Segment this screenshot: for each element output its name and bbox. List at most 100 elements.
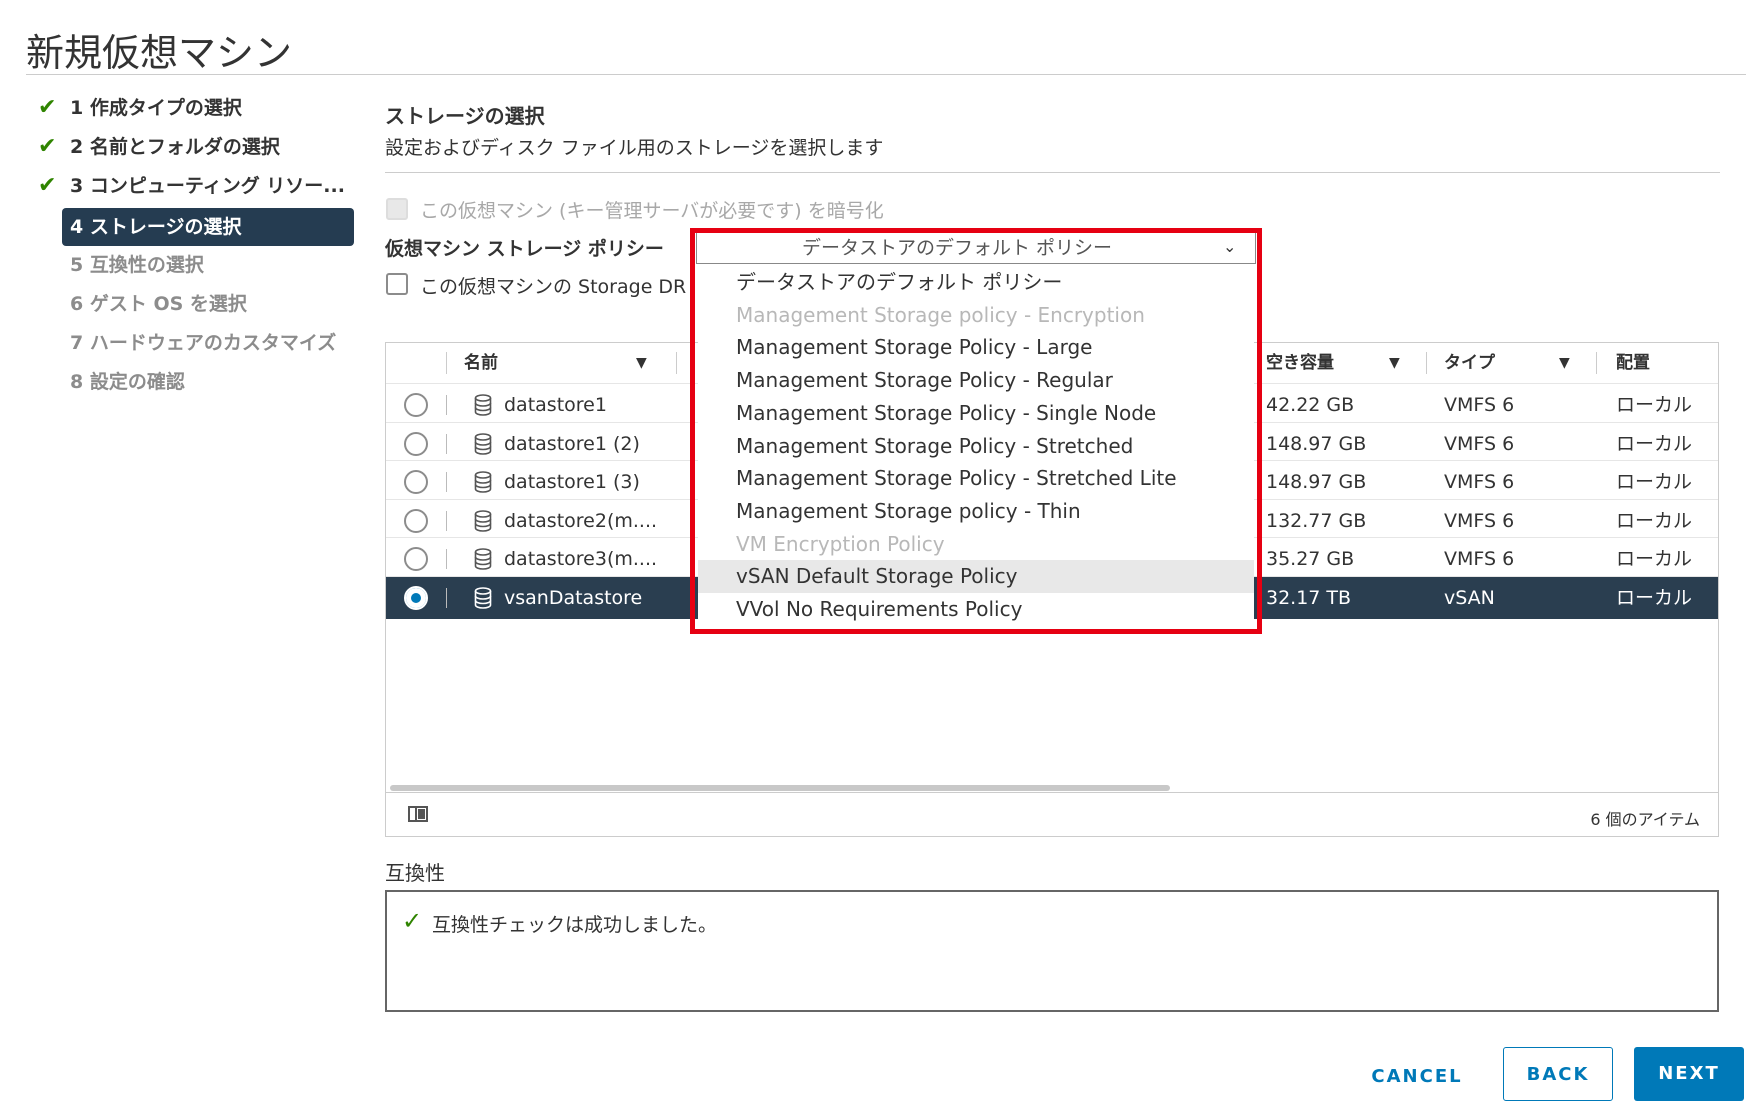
row-name: datastore2(m.... (504, 509, 658, 532)
row-free-space: 35.27 GB (1266, 548, 1355, 570)
datastore-icon (474, 548, 492, 570)
row-radio[interactable] (404, 508, 428, 533)
policy-option[interactable]: Management Storage Policy - Single Node (698, 397, 1254, 430)
policy-option[interactable]: Management Storage Policy - Large (698, 331, 1254, 364)
encrypt-checkbox[interactable] (386, 198, 408, 220)
column-separator (1426, 352, 1427, 374)
row-free-space: 32.17 TB (1266, 586, 1352, 609)
policy-option[interactable]: VVol No Requirements Policy (698, 593, 1254, 626)
column-header-placement[interactable]: 配置 (1616, 343, 1650, 383)
row-radio[interactable] (404, 470, 428, 494)
row-name: datastore1 (504, 394, 607, 416)
policy-option[interactable]: Management Storage policy - Thin (698, 495, 1254, 528)
storage-drs-checkbox[interactable] (386, 273, 408, 295)
storage-policy-label: 仮想マシン ストレージ ポリシー (385, 238, 664, 260)
datastore-icon (474, 586, 492, 609)
check-icon: ✓ (402, 907, 423, 935)
filter-icon[interactable]: ▼ (636, 355, 647, 371)
row-free-space: 148.97 GB (1266, 432, 1367, 455)
row-type: VMFS 6 (1444, 394, 1515, 416)
next-button[interactable]: NEXT (1634, 1047, 1744, 1101)
row-type: VMFS 6 (1444, 471, 1515, 493)
row-free-space: 148.97 GB (1266, 471, 1367, 493)
storage-policy-options: データストアのデフォルト ポリシー Management Storage poli… (698, 266, 1254, 628)
row-placement: ローカル (1616, 509, 1693, 532)
filter-icon[interactable]: ▼ (1389, 355, 1400, 371)
step-3[interactable]: ✔ 3 コンピューティング リソー... (38, 168, 345, 204)
row-type: VMFS 6 (1444, 509, 1515, 532)
grid-footer (385, 792, 1719, 838)
column-header-type[interactable]: タイプ (1444, 343, 1495, 383)
row-placement: ローカル (1616, 586, 1693, 609)
step-4-active[interactable]: 4 ストレージの選択 (62, 208, 354, 246)
step-5: 5 互換性の選択 (70, 254, 204, 276)
item-count: 6 個のアイテム (1590, 810, 1700, 829)
storage-policy-selected: データストアのデフォルト ポリシー (801, 237, 1113, 259)
section-divider (385, 172, 1720, 173)
row-separator (446, 472, 447, 492)
policy-option: VM Encryption Policy (736, 531, 945, 556)
row-placement: ローカル (1616, 548, 1693, 570)
encrypt-label: この仮想マシン (キー管理サーバが必要です) を暗号化 (420, 200, 884, 222)
column-separator (446, 352, 447, 374)
row-name: datastore1 (3) (504, 471, 640, 493)
horizontal-scrollbar[interactable] (390, 785, 1170, 791)
row-name: vsanDatastore (504, 586, 643, 609)
section-description: 設定およびディスク ファイル用のストレージを選択します (385, 137, 884, 159)
column-header-free-space[interactable]: 空き容量 (1266, 343, 1334, 383)
row-placement: ローカル (1616, 432, 1693, 455)
cancel-button[interactable]: CANCEL (1352, 1050, 1482, 1104)
compatibility-label: 互換性 (385, 861, 445, 885)
row-separator (446, 587, 447, 608)
row-radio[interactable] (404, 547, 428, 571)
column-separator (1596, 352, 1597, 374)
row-free-space: 132.77 GB (1266, 509, 1367, 532)
row-name: datastore3(m.... (504, 548, 658, 570)
section-title: ストレージの選択 (385, 104, 545, 128)
datastore-icon (474, 432, 492, 455)
compatibility-box (385, 890, 1719, 1012)
back-button[interactable]: BACK (1503, 1047, 1613, 1101)
row-separator (446, 549, 447, 569)
step-1[interactable]: ✔ 1 作成タイプの選択 (38, 90, 242, 126)
chevron-down-icon: ⌄ (1223, 237, 1237, 256)
row-placement: ローカル (1616, 394, 1693, 416)
row-separator (446, 395, 447, 415)
row-radio[interactable] (404, 585, 428, 610)
row-type: VMFS 6 (1444, 548, 1515, 570)
column-header-name[interactable]: 名前 (464, 343, 498, 383)
storage-policy-select[interactable]: データストアのデフォルト ポリシー ⌄ (696, 232, 1256, 264)
policy-option: Management Storage policy - Encryption (736, 302, 1145, 327)
page-title: 新規仮想マシン (26, 31, 293, 75)
column-separator (676, 352, 677, 374)
row-type: VMFS 6 (1444, 432, 1515, 455)
row-separator (446, 510, 447, 531)
filter-icon[interactable]: ▼ (1559, 355, 1570, 371)
row-radio[interactable] (404, 431, 428, 456)
policy-option[interactable]: vSAN Default Storage Policy (698, 560, 1254, 594)
policy-option[interactable]: Management Storage Policy - Stretched Li… (698, 462, 1254, 495)
title-divider (26, 74, 1746, 75)
datastore-icon (474, 509, 492, 532)
check-icon: ✔ (38, 95, 57, 120)
check-icon: ✔ (38, 173, 57, 198)
column-toggle-icon[interactable] (408, 806, 428, 822)
datastore-icon (474, 394, 492, 416)
datastore-icon (474, 471, 492, 493)
step-8: 8 設定の確認 (70, 371, 185, 393)
check-icon: ✔ (38, 134, 57, 159)
row-radio[interactable] (404, 393, 428, 417)
step-6: 6 ゲスト OS を選択 (70, 293, 247, 315)
step-7: 7 ハードウェアのカスタマイズ (70, 332, 337, 354)
row-free-space: 42.22 GB (1266, 394, 1355, 416)
compatibility-message: 互換性チェックは成功しました。 (432, 914, 718, 936)
row-type: vSAN (1444, 586, 1495, 609)
storage-drs-label: この仮想マシンの Storage DR (420, 276, 687, 298)
row-placement: ローカル (1616, 471, 1693, 493)
policy-option[interactable]: データストアのデフォルト ポリシー (698, 266, 1254, 299)
row-separator (446, 433, 447, 454)
step-2[interactable]: ✔ 2 名前とフォルダの選択 (38, 129, 280, 165)
policy-option[interactable]: Management Storage Policy - Stretched (698, 430, 1254, 463)
row-name: datastore1 (2) (504, 432, 640, 455)
policy-option[interactable]: Management Storage Policy - Regular (698, 364, 1254, 397)
